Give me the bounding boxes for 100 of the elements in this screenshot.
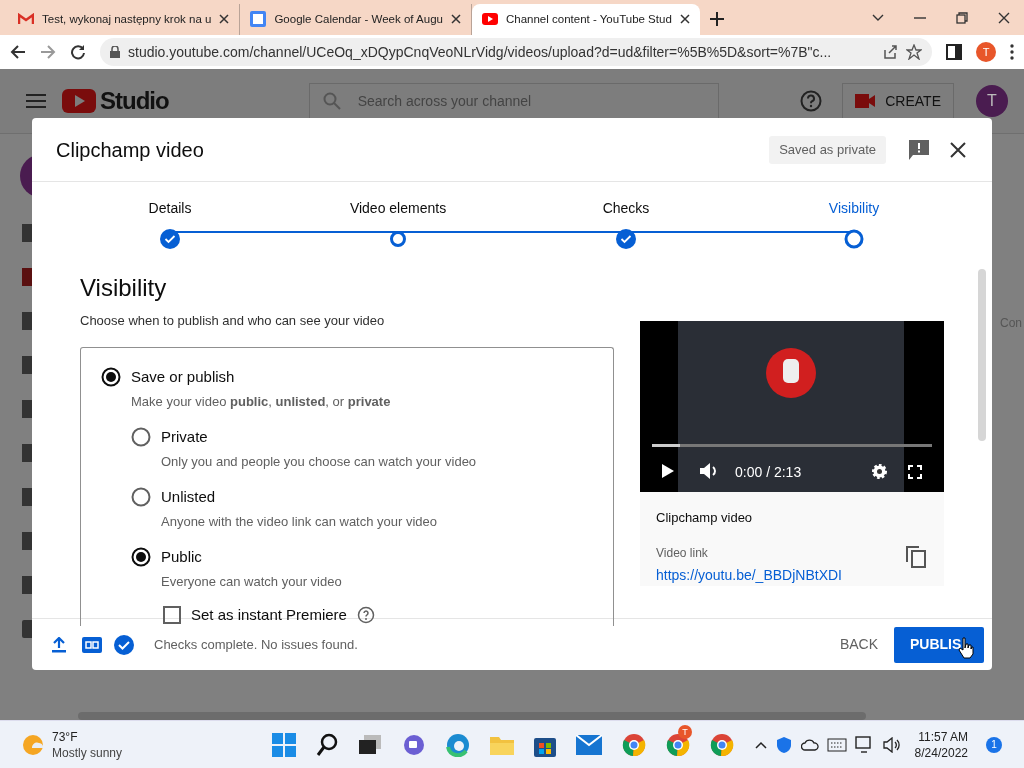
clock[interactable]: 11:57 AM 8/24/2022 [914, 728, 968, 761]
new-tab-icon[interactable] [709, 11, 724, 26]
section-heading: Visibility [80, 273, 168, 304]
sidebar-toggle-icon[interactable] [946, 44, 962, 61]
checkbox-label[interactable]: Set as instant Premiere [191, 603, 347, 627]
channel-avatar[interactable]: T [976, 85, 1008, 118]
tab-title: Channel content - YouTube Stud [505, 11, 672, 27]
fullscreen-icon[interactable] [908, 465, 922, 480]
mail-icon [18, 13, 34, 26]
edge-browser-icon[interactable] [446, 732, 471, 757]
radio-button[interactable] [101, 367, 121, 388]
close-icon[interactable] [679, 14, 690, 25]
back-icon[interactable] [10, 44, 26, 61]
video-link[interactable]: https://youtu.be/_BBDjNBtXDI [656, 564, 928, 586]
option-description: Make your video public, unlisted, or private [131, 393, 392, 412]
calendar-icon [250, 11, 267, 28]
windows-start-icon[interactable] [272, 732, 297, 757]
checks-status: Checks complete. No issues found. [154, 636, 358, 655]
mail-icon[interactable] [576, 734, 603, 755]
search-icon[interactable] [316, 732, 339, 757]
step-done-icon[interactable] [160, 229, 180, 250]
youtube-icon [481, 13, 498, 26]
profile-avatar[interactable]: T [976, 42, 996, 63]
option-description: Everyone can watch your video [161, 573, 343, 592]
radio-button[interactable] [131, 427, 151, 448]
task-view-icon[interactable] [358, 733, 383, 756]
upload-icon [52, 636, 66, 653]
restore-icon[interactable] [956, 11, 968, 24]
sd-quality-icon [82, 636, 102, 653]
check-circle-icon [114, 634, 134, 655]
seek-bar[interactable] [652, 444, 932, 448]
close-icon[interactable] [219, 14, 230, 25]
play-icon[interactable] [662, 464, 674, 479]
menu-icon[interactable] [1010, 44, 1014, 61]
chevron-up-icon[interactable] [754, 740, 767, 749]
tab-title: Test, wykonaj następny krok na u [42, 11, 212, 27]
address-bar[interactable]: studio.youtube.com/channel/UCeOq_xDQypCnqVeoNLrVidg/videos/upload?d=ud&filter=%5B%5D&sort=%7B"c... [100, 38, 932, 67]
help-icon[interactable] [800, 90, 823, 113]
tab-title: Google Calendar - Week of Augu [274, 11, 443, 27]
step-label[interactable]: Details [148, 198, 192, 220]
reload-icon[interactable] [70, 44, 86, 61]
cloud-icon[interactable] [800, 738, 819, 751]
video-link-label: Video link [656, 544, 708, 562]
keyboard-icon[interactable] [826, 737, 847, 752]
option-label[interactable]: Save or publish [131, 365, 235, 389]
logo-text: Studio [100, 86, 169, 117]
option-description: Anyone with the video link can watch your video [161, 513, 439, 532]
step-label[interactable]: Video elements [349, 198, 447, 220]
step-circle-icon[interactable] [844, 229, 864, 250]
chevron-down-icon[interactable] [872, 13, 884, 22]
weather-condition[interactable]: Mostly sunny [52, 744, 123, 761]
option-description: Only you and people you choose can watch your video [161, 453, 478, 472]
star-icon[interactable] [906, 44, 922, 61]
forward-icon[interactable] [40, 44, 56, 61]
option-label[interactable]: Private [161, 425, 208, 449]
publish-button[interactable]: PUBLIS [894, 626, 984, 663]
video-player[interactable]: 0:00 / 2:13 [640, 321, 944, 493]
volume-icon[interactable] [882, 736, 901, 753]
radio-button[interactable] [131, 547, 151, 568]
radio-button[interactable] [131, 487, 151, 508]
back-button[interactable]: BACK [825, 626, 892, 663]
search-icon [322, 92, 341, 111]
url-text: studio.youtube.com/channel/UCeOq_xDQypCnqVeoNLrVidg/videos/upload?d=ud&filter=%5B%5D&sort=%7B"c... [128, 42, 833, 62]
video-title: Clipchamp video [656, 509, 754, 528]
lock-icon [110, 46, 120, 59]
chrome-icon[interactable] [622, 732, 647, 757]
settings-icon[interactable] [871, 463, 888, 481]
profile-badge: T [678, 724, 693, 739]
minimize-icon[interactable] [914, 16, 926, 19]
scrollbar-thumb[interactable] [978, 269, 986, 442]
step-done-icon[interactable] [616, 229, 636, 250]
logo-icon [62, 89, 96, 114]
close-icon[interactable] [950, 141, 966, 158]
weather-sun-icon [22, 733, 44, 756]
video-time: 0:00 / 2:13 [735, 463, 802, 483]
weather-temperature[interactable]: 73°F [52, 728, 123, 745]
browser-tab[interactable]: Google Calendar - Week of Augu [240, 3, 472, 35]
horizontal-scrollbar[interactable] [78, 712, 866, 721]
step-label[interactable]: Checks [602, 198, 650, 220]
shield-icon[interactable] [774, 735, 793, 754]
dialog-title: Clipchamp video [56, 137, 204, 163]
option-label[interactable]: Public [161, 545, 202, 569]
feedback-icon[interactable] [908, 138, 930, 161]
search-field[interactable]: Search across your channel [308, 83, 719, 120]
copy-icon[interactable] [906, 546, 926, 569]
close-icon[interactable] [998, 11, 1010, 24]
checkbox[interactable] [163, 606, 181, 625]
share-icon[interactable] [882, 44, 898, 61]
save-status-chip: Saved as private [769, 136, 886, 164]
help-icon[interactable] [356, 606, 375, 625]
close-icon[interactable] [450, 14, 461, 25]
chat-icon[interactable] [402, 733, 427, 756]
camera-icon [855, 94, 876, 109]
option-label[interactable]: Unlisted [161, 485, 216, 509]
browser-tab[interactable]: Channel content - YouTube Stud [471, 3, 700, 35]
notification-badge[interactable]: 1 [986, 736, 1002, 753]
section-description: Choose when to publish and who can see your video [80, 312, 386, 331]
chrome-icon[interactable] [710, 732, 735, 757]
browser-tab[interactable]: Test, wykonaj następny krok na u [8, 3, 241, 35]
step-label[interactable]: Visibility [828, 198, 880, 220]
